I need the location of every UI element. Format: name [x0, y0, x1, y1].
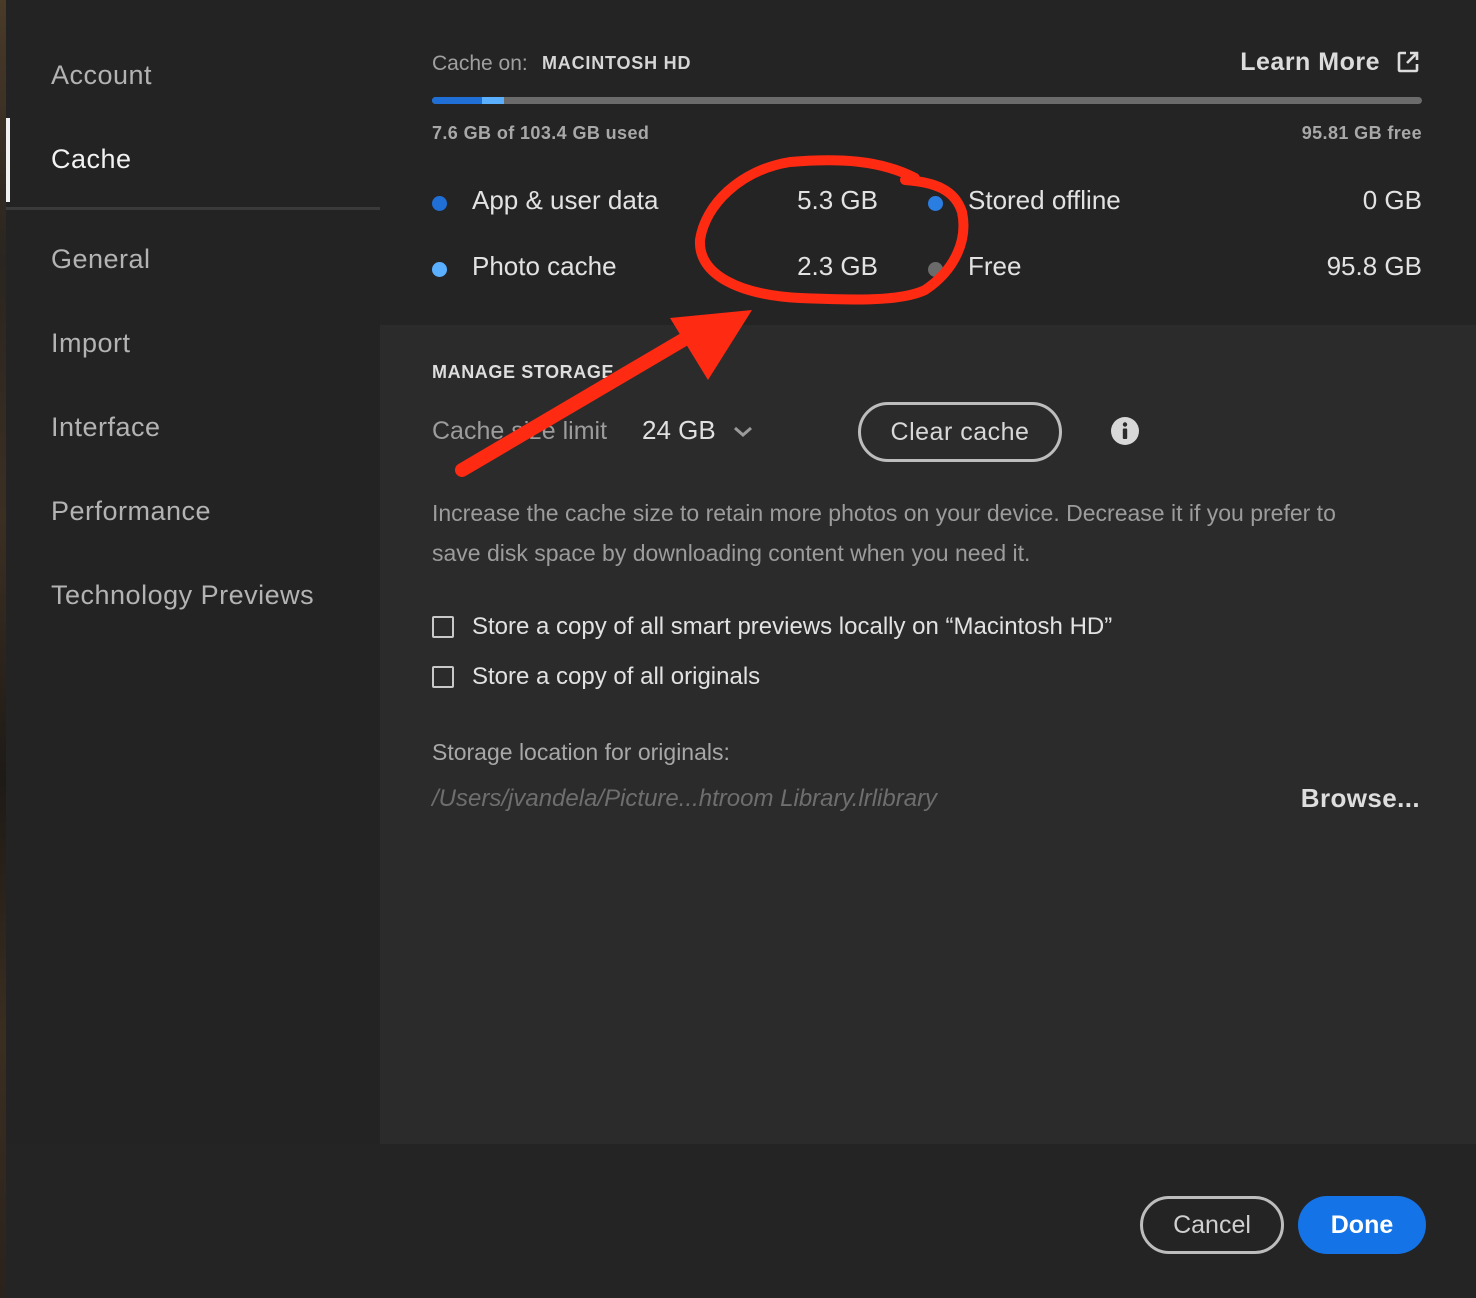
sidebar-item-interface[interactable]: Interface	[51, 412, 161, 443]
storage-usage-bar	[432, 97, 1422, 104]
manage-storage-heading: MANAGE STORAGE	[432, 362, 615, 382]
sidebar-item-general[interactable]: General	[51, 244, 151, 275]
legend-value-free: 95.8 GB	[1326, 251, 1422, 281]
legend-value-stored-offline: 0 GB	[1362, 185, 1422, 215]
legend-label-photo-cache: Photo cache	[472, 251, 617, 281]
cache-size-limit-select[interactable]: 24 GB	[642, 415, 753, 446]
dialog-footer: Cancel Done	[6, 1144, 1476, 1298]
legend-value-app-user-data: 5.3 GB	[797, 185, 878, 215]
smart-previews-checkbox[interactable]	[432, 616, 454, 638]
sidebar-item-account[interactable]: Account	[51, 60, 152, 91]
smart-previews-checkbox-row[interactable]: Store a copy of all smart previews local…	[432, 613, 1112, 641]
legend-label-free: Free	[968, 251, 1022, 281]
legend-label-app-user-data: App & user data	[472, 185, 659, 215]
browse-button[interactable]: Browse...	[1301, 783, 1420, 814]
external-link-icon[interactable]	[1396, 50, 1420, 74]
originals-checkbox[interactable]	[432, 666, 454, 688]
chevron-down-icon	[733, 426, 752, 438]
info-icon[interactable]	[1111, 417, 1139, 445]
storage-summary-panel: Cache on: MACINTOSH HD Learn More 7.6 GB…	[380, 0, 1476, 325]
sidebar: Account Cache General Import Interface P…	[6, 0, 380, 1144]
smart-previews-checkbox-label: Store a copy of all smart previews local…	[472, 613, 1113, 640]
sidebar-item-cache[interactable]: Cache	[51, 144, 132, 175]
clear-cache-button[interactable]: Clear cache	[858, 402, 1062, 462]
legend-dot-photo-cache	[432, 262, 447, 277]
manage-storage-panel: MANAGE STORAGE Cache size limit 24 GB Cl…	[380, 325, 1476, 1144]
storage-free-text: 95.81 GB free	[1301, 123, 1422, 143]
cache-on-label: Cache on:	[432, 52, 528, 75]
legend-dot-app-user-data	[432, 196, 447, 211]
sidebar-item-technology-previews[interactable]: Technology Previews	[51, 580, 314, 611]
sidebar-item-performance[interactable]: Performance	[51, 496, 211, 527]
cancel-button[interactable]: Cancel	[1140, 1196, 1284, 1254]
storage-used-text: 7.6 GB of 103.4 GB used	[432, 123, 650, 143]
originals-checkbox-label: Store a copy of all originals	[472, 663, 761, 690]
legend-dot-free	[928, 262, 943, 277]
legend-label-stored-offline: Stored offline	[968, 185, 1121, 215]
legend-value-photo-cache: 2.3 GB	[797, 251, 878, 281]
storage-location-path: /Users/jvandela/Picture...htroom Library…	[432, 785, 938, 812]
done-button[interactable]: Done	[1298, 1196, 1426, 1254]
usage-bar-app-user-data	[432, 97, 482, 104]
sidebar-divider	[6, 207, 380, 210]
cache-on-volume: MACINTOSH HD	[542, 53, 692, 73]
originals-checkbox-row[interactable]: Store a copy of all originals	[432, 663, 760, 691]
cache-size-limit-label: Cache size limit	[432, 417, 608, 445]
preferences-dialog: Account Cache General Import Interface P…	[6, 0, 1476, 1298]
storage-location-label: Storage location for originals:	[432, 739, 730, 765]
legend-dot-stored-offline	[928, 196, 943, 211]
sidebar-active-indicator	[6, 118, 10, 202]
usage-bar-photo-cache	[482, 97, 504, 104]
cache-size-description: Increase the cache size to retain more p…	[432, 500, 1336, 566]
cache-size-limit-value: 24 GB	[642, 415, 716, 445]
learn-more-link[interactable]: Learn More	[1240, 48, 1380, 77]
sidebar-item-import[interactable]: Import	[51, 328, 131, 359]
